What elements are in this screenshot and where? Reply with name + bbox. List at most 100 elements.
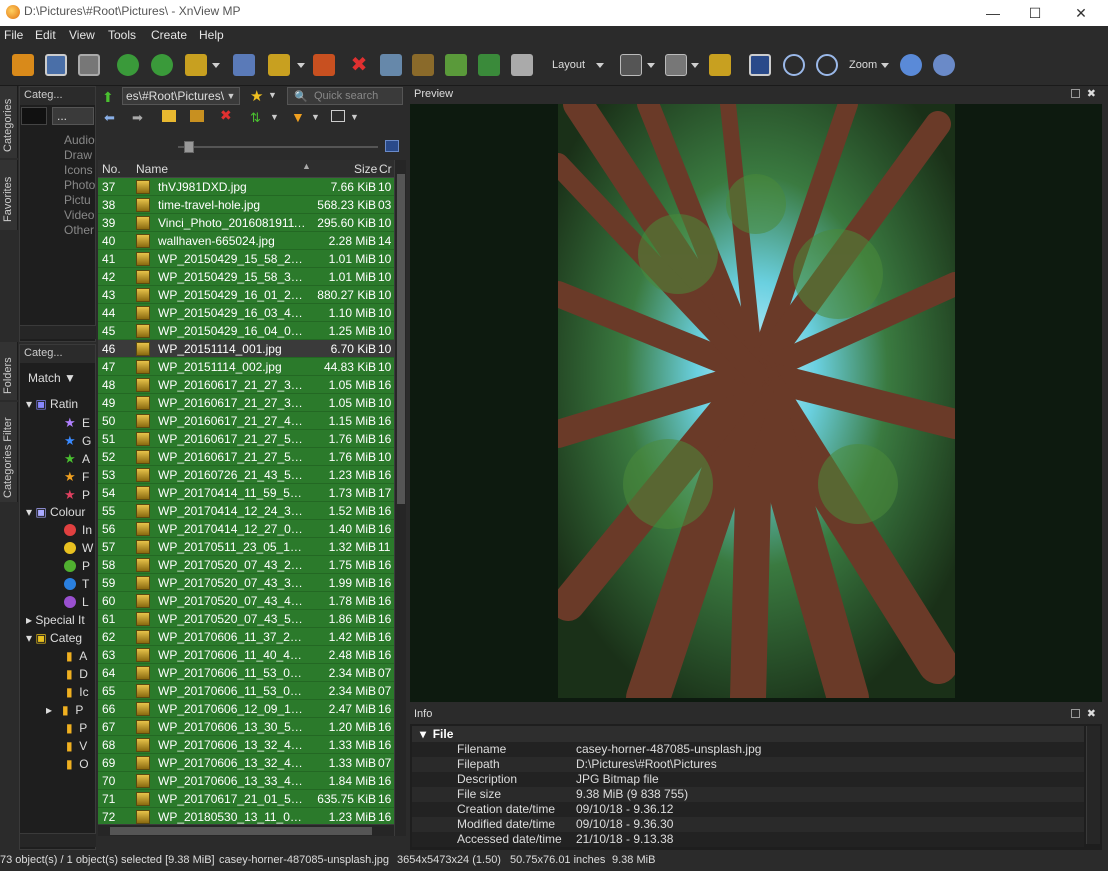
back-icon[interactable]: ⬅ [104,110,115,126]
sort-order-dropdown-icon[interactable]: ▼ [270,112,279,122]
category-item[interactable]: Icons [64,163,93,177]
move-dropdown-icon[interactable] [212,63,220,68]
tree-special-items[interactable]: ▸ Special It [26,613,85,627]
cat-filter-item[interactable]: ▮ A [66,649,87,663]
fullscreen-icon[interactable] [45,54,67,76]
sort-order-icon[interactable]: ⇅ [250,110,261,126]
table-row[interactable]: 70 WP_20170606_13_33_46_Pr... 1.84 MiB16 [98,772,394,790]
filter-dropdown-icon[interactable]: ▼ [311,112,320,122]
table-row[interactable]: 67 WP_20170606_13_30_56_Pr... 1.20 MiB16 [98,718,394,736]
layout-label[interactable]: Layout [552,59,585,71]
table-row[interactable]: 59 WP_20170520_07_43_37_Pr... 1.99 MiB16 [98,574,394,592]
menu-create[interactable]: Create [151,28,187,42]
table-row[interactable]: 49 WP_20160617_21_27_34_Pr... 1.05 MiB10 [98,394,394,412]
zoom-label[interactable]: Zoom [849,59,877,71]
export-icon[interactable] [445,54,467,76]
tab-folders[interactable]: Folders [0,342,18,400]
column-size[interactable]: Size [354,162,377,176]
rotate-left-icon[interactable] [117,54,139,76]
column-name[interactable]: Name [136,162,168,176]
tree-colours[interactable]: ▾ ▣ Colour [26,505,85,519]
table-row[interactable]: 53 WP_20160726_21_43_54_Pr... 1.23 MiB16 [98,466,394,484]
table-row[interactable]: 60 WP_20170520_07_43_47_Pr... 1.78 MiB16 [98,592,394,610]
colour-item[interactable]: W [64,541,93,555]
table-row[interactable]: 71 WP_20170617_21_01_55_Pr... 635.75 KiB16 [98,790,394,808]
favorite-star-icon[interactable]: ★ [250,87,263,105]
view-mode-icon[interactable] [620,54,642,76]
rating-item[interactable]: ★ A [64,451,90,467]
info-undock-icon[interactable] [1069,709,1080,721]
cat-filter-item[interactable]: ▮ P [66,721,87,735]
colour-item[interactable]: P [64,559,90,573]
menu-file[interactable]: File [4,28,23,42]
menu-help[interactable]: Help [199,28,224,42]
table-row[interactable]: 39 Vinci_Photo_201608191112... 295.60 KiB 1… [98,214,394,232]
refresh-icon[interactable] [900,54,922,76]
table-row[interactable]: 56 WP_20170414_12_27_07_Pr... 1.40 MiB16 [98,520,394,538]
file-list-vscrollbar[interactable] [394,160,406,836]
table-row[interactable]: 47 WP_20151114_002.jpg 44.83 KiB 10 [98,358,394,376]
batch-icon[interactable] [478,54,500,76]
info-vscrollbar[interactable] [1086,726,1100,844]
table-row[interactable]: 41 WP_20150429_15_58_23_Pr... 1.01 MiB10 [98,250,394,268]
cat-filter-item[interactable]: ▸ ▮ P [46,703,83,717]
table-row[interactable]: 62 WP_20170606_11_37_23_Pr... 1.42 MiB 16 [98,628,394,646]
filter-hscrollbar[interactable] [20,833,96,847]
up-folder-icon[interactable]: ⬆ [102,89,114,106]
info-icon[interactable] [233,54,255,76]
maximize-button[interactable]: ☐ [1012,0,1058,26]
script-icon[interactable] [511,54,533,76]
rating-item[interactable]: ★ G [64,433,91,449]
table-row[interactable]: 64 WP_20170606_11_53_06_Pr... 2.34 MiB 07 [98,664,394,682]
match-dropdown[interactable]: Match ▼ [28,371,76,385]
table-row[interactable]: 65 WP_20170606_11_53_06_Pr... 2.34 MiB 07 [98,682,394,700]
category-item[interactable]: Audio [64,133,95,147]
table-row[interactable]: 45 WP_20150429_16_04_01_Pr... 1.25 MiB10 [98,322,394,340]
scroll-thumb[interactable] [397,174,405,504]
table-row[interactable]: 37 thVJ981DXD.jpg 7.66 KiB 10 [98,178,394,196]
category-item[interactable]: Other [64,223,94,237]
cat-filter-item[interactable]: ▮ O [66,757,89,771]
tab-categories-filter[interactable]: Categories Filter [0,402,18,502]
zoom-dropdown-icon[interactable] [881,63,889,68]
preview-undock-icon[interactable] [1069,89,1080,101]
thumbnails-icon[interactable] [749,54,771,76]
category-item[interactable]: Draw [64,148,92,162]
move-icon[interactable] [185,54,207,76]
tab-categories[interactable]: Categories [0,86,18,158]
browser-icon[interactable] [12,54,34,76]
column-created[interactable]: Cr [379,162,392,176]
table-row[interactable]: 58 WP_20170520_07_43_21_Pr... 1.75 MiB16 [98,556,394,574]
menu-tools[interactable]: Tools [108,28,136,42]
table-row[interactable]: 63 WP_20170606_11_40_44_Pr... 2.48 MiB 16 [98,646,394,664]
new-folder-icon[interactable] [162,110,176,122]
view-grid-dropdown-icon[interactable]: ▼ [350,112,359,122]
preview-close-icon[interactable]: ✖ [1087,87,1096,100]
table-row[interactable]: 55 WP_20170414_12_24_32_Pr... 1.52 MiB16 [98,502,394,520]
table-row[interactable]: 38 time-travel-hole.jpg 568.23 KiB 03 [98,196,394,214]
layout-dropdown-icon[interactable] [596,63,604,68]
category-item[interactable]: Photo [64,178,95,192]
color-swatch[interactable] [21,107,47,125]
minimize-button[interactable]: — [970,0,1016,26]
favorite-dropdown-icon[interactable]: ▼ [268,90,277,100]
table-row[interactable]: 46 WP_20151114_001.jpg 6.70 KiB 10 [98,340,394,358]
colour-item[interactable]: T [64,577,89,591]
thumbnail-size-slider[interactable] [178,146,378,148]
delete-file-icon[interactable]: ✖ [220,107,232,124]
info-close-icon[interactable]: ✖ [1087,707,1096,720]
colour-item[interactable]: In [64,523,92,537]
table-row[interactable]: 66 WP_20170606_12_09_17_Pr... 2.47 MiB16 [98,700,394,718]
table-row[interactable]: 57 WP_20170511_23_05_19_Pr... 1.32 MiB 11 [98,538,394,556]
tree-categories[interactable]: ▾ ▣ Categ [26,631,82,645]
table-row[interactable]: 42 WP_20150429_15_58_36_Pr... 1.01 MiB10 [98,268,394,286]
column-no[interactable]: No. [102,162,121,176]
copy-dropdown-icon[interactable] [297,63,305,68]
delete-icon[interactable]: ✖ [348,54,370,76]
sort-dropdown-icon[interactable] [691,63,699,68]
rename-icon[interactable] [190,110,204,122]
preview-image[interactable] [558,104,955,698]
filter-icon[interactable]: ▼ [291,109,305,125]
file-list-hscrollbar[interactable] [98,824,394,836]
cat-filter-item[interactable]: ▮ D [66,667,88,681]
